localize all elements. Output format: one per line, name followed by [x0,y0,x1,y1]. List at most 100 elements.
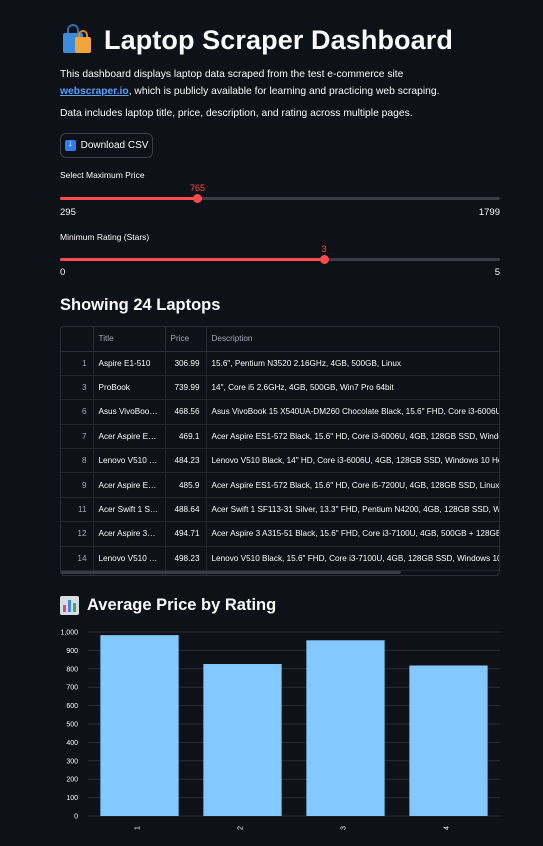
row-index-cell: 12 [61,521,94,547]
y-tick-label: 700 [66,685,78,692]
table-row[interactable]: 12 Acer Aspire 3… 494.71 Acer Aspire 3 A315… [61,521,499,547]
price-cell: 485.9 [165,472,207,498]
price-cell: 739.99 [165,375,207,401]
description-cell: Lenovo V510 Black, 15.6" FHD, Core i3-71… [206,546,499,572]
price-slider[interactable] [60,194,500,203]
bar-chart-icon [60,596,79,615]
title-row: Laptop Scraper Dashboard [60,22,453,58]
column-header-description[interactable]: Description [206,327,499,352]
price-cell: 488.64 [165,497,207,523]
y-tick-label: 900 [66,648,78,655]
title-cell: ProBook [93,375,166,401]
table-row[interactable]: 9 Acer Aspire ES… 485.9 Acer Aspire ES1-572… [61,472,499,498]
price-cell: 494.71 [165,521,207,547]
title-cell: Acer Aspire 3… [93,521,166,547]
table-row[interactable]: 7 Acer Aspire ES… 469.1 Acer Aspire ES1-572… [61,424,499,450]
title-cell: Asus VivoBook… [93,399,166,425]
download-csv-label: Download CSV [80,140,149,151]
y-tick-label: 500 [66,722,78,729]
table-row[interactable]: 14 Lenovo V510 Bl… 498.23 Lenovo V510 Black… [61,546,499,572]
chart-heading: Average Price by Rating [60,596,276,615]
price-slider-value: 765 [189,183,206,193]
results-heading: Showing 24 Laptops [60,296,221,314]
column-header-title[interactable]: Title [93,327,166,352]
intro-line: This dashboard displays laptop data scra… [60,69,404,80]
title-cell: Aspire E1-510 [93,351,166,376]
bar-rating-2[interactable] [203,664,282,816]
x-tick-label: 3 [341,826,348,830]
shopping-bags-icon [63,24,91,53]
page-title: Laptop Scraper Dashboard [104,24,453,55]
table-row[interactable]: 11 Acer Swift 1 S… 488.64 Acer Swift 1 SF11… [61,497,499,523]
description-cell: Lenovo V510 Black, 14" HD, Core i3-6006U… [206,448,499,474]
table-row[interactable]: 3 ProBook 739.99 14", Core i5 2.6GHz, 4GB, … [61,375,499,401]
y-tick-label: 200 [66,777,78,784]
download-csv-button[interactable]: Download CSV [60,133,153,158]
price-cell: 498.23 [165,546,207,572]
y-tick-label: 100 [66,795,78,802]
rating-slider[interactable] [60,255,500,264]
price-cell: 469.1 [165,424,207,450]
title-cell: Acer Aspire ES… [93,472,166,498]
price-slider-thumb[interactable] [193,194,202,203]
laptop-table[interactable]: Title Price Description 1 Aspire E1-510 30… [60,326,500,576]
rating-slider-max: 5 [494,267,500,278]
title-cell: Acer Aspire ES… [93,424,166,450]
description-cell: Acer Aspire ES1-572 Black, 15.6" HD, Cor… [206,472,499,498]
price-slider-max: 1799 [478,207,500,218]
table-horizontal-scrollbar[interactable] [61,571,499,575]
row-index-cell: 3 [61,375,94,401]
price-cell: 306.99 [165,351,207,376]
rating-slider-value: 3 [321,244,327,254]
description-cell: Acer Aspire 3 A315-51 Black, 15.6" FHD, … [206,521,499,547]
table-row[interactable]: 8 Lenovo V510 Bl… 484.23 Lenovo V510 Black,… [61,448,499,474]
description-cell: 14", Core i5 2.6GHz, 4GB, 500GB, Win7 Pr… [206,375,499,401]
price-cell: 484.23 [165,448,207,474]
row-index-cell: 11 [61,497,94,523]
rating-slider-thumb[interactable] [319,255,329,264]
description-cell: Acer Swift 1 SF113-31 Silver, 13.3" FHD,… [206,497,499,523]
x-tick-label: 4 [444,826,451,830]
data-note: Data includes laptop title, price, descr… [60,108,413,119]
table-row[interactable]: 6 Asus VivoBook… 468.56 Asus VivoBook 15 X5… [61,399,499,425]
column-header-price[interactable]: Price [165,327,207,352]
row-index-cell: 8 [61,448,94,474]
column-header-index[interactable] [61,327,94,352]
description-cell: Asus VivoBook 15 X540UA-DM260 Chocolate … [206,399,499,425]
y-tick-label: 1,000 [60,630,78,637]
bar-rating-3[interactable] [306,640,385,816]
row-index-cell: 6 [61,399,94,425]
row-index-cell: 1 [61,351,94,376]
title-cell: Acer Swift 1 S… [93,497,166,523]
average-price-chart: 0 100 200 300 400 500 600 700 800 900 1,000 1 2 3 4 [60,630,500,830]
row-index-cell: 7 [61,424,94,450]
table-header-row: Title Price Description [61,327,499,352]
y-tick-label: 800 [66,666,78,673]
rating-slider-fill [60,258,324,261]
y-tick-label: 600 [66,703,78,710]
y-tick-label: 400 [66,740,78,747]
description-cell: Acer Aspire ES1-572 Black, 15.6" HD, Cor… [206,424,499,450]
intro-text: This dashboard displays laptop data scra… [60,66,500,100]
row-index-cell: 9 [61,472,94,498]
bar-rating-1[interactable] [100,635,179,816]
x-tick-label: 2 [238,826,245,830]
price-cell: 468.56 [165,399,207,425]
price-slider-label: Select Maximum Price [60,170,145,180]
description-cell: 15.6", Pentium N3520 2.16GHz, 4GB, 500GB… [206,351,499,376]
title-cell: Lenovo V510 Bl… [93,546,166,572]
price-slider-min: 295 [60,207,76,218]
table-row[interactable]: 1 Aspire E1-510 306.99 15.6", Pentium N3520… [61,351,499,376]
row-index-cell: 14 [61,546,94,572]
download-icon [64,138,76,151]
bar-rating-4[interactable] [409,665,488,816]
rating-slider-min: 0 [60,267,66,278]
scrollbar-thumb[interactable] [61,571,401,574]
webscraper-link[interactable]: webscraper.io [60,86,129,97]
y-tick-label: 0 [74,814,78,821]
x-tick-label: 1 [135,826,142,830]
price-slider-fill [60,197,198,200]
rating-slider-label: Minimum Rating (Stars) [60,232,150,242]
intro-after-link: , which is publicly available for learni… [128,86,440,97]
title-cell: Lenovo V510 Bl… [93,448,166,474]
